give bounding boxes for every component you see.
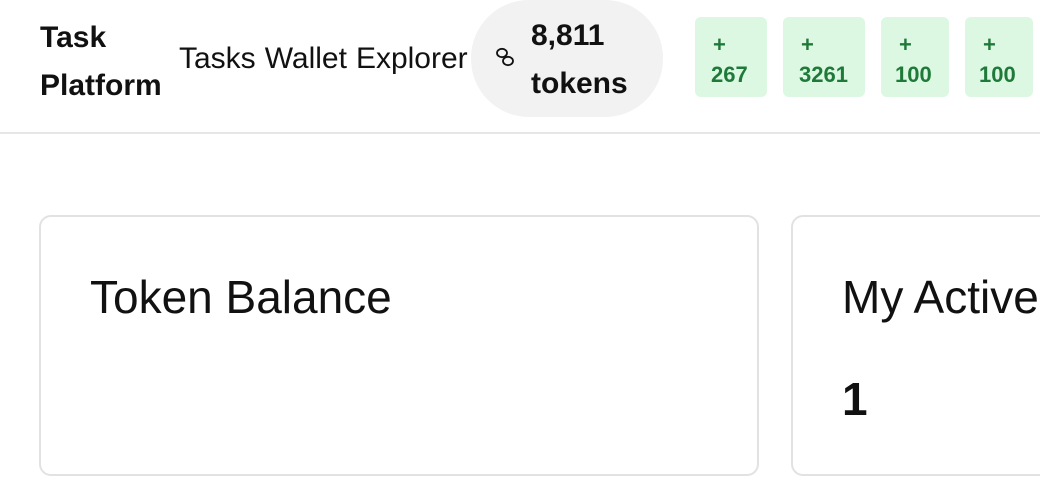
main-nav: Tasks Wallet Explorer bbox=[179, 37, 468, 81]
chip-sign: + bbox=[983, 32, 996, 57]
token-balance-card: Token Balance bbox=[39, 215, 759, 476]
activity-chip: + 3261 bbox=[783, 17, 865, 97]
my-active-card: My Active 1 bbox=[791, 215, 1040, 476]
activity-chip: + 100 bbox=[965, 17, 1033, 97]
chip-value: 267 bbox=[711, 62, 748, 87]
chip-sign: + bbox=[899, 32, 912, 57]
nav-link-wallet[interactable]: Wallet bbox=[265, 37, 347, 81]
token-balance-amount: 8,811 tokens bbox=[531, 19, 628, 100]
card-title: Token Balance bbox=[90, 271, 392, 323]
chip-value: 100 bbox=[895, 62, 932, 87]
activity-chip: + 100 bbox=[881, 17, 949, 97]
chip-sign: + bbox=[801, 32, 814, 57]
chip-sign: + bbox=[713, 32, 726, 57]
coins-icon bbox=[496, 47, 514, 67]
activity-chip: + 267 bbox=[695, 17, 767, 97]
chip-value: 3261 bbox=[799, 62, 848, 87]
chip-value: 100 bbox=[979, 62, 1016, 87]
brand-name[interactable]: Task Platform bbox=[40, 14, 180, 110]
token-balance-pill[interactable]: 8,811 tokens bbox=[471, 0, 663, 117]
card-value: 1 bbox=[842, 373, 868, 425]
top-header: Task Platform Tasks Wallet Explorer 8,81… bbox=[0, 0, 1040, 134]
card-title: My Active bbox=[842, 271, 1039, 323]
nav-link-explorer[interactable]: Explorer bbox=[356, 37, 468, 81]
nav-link-tasks[interactable]: Tasks bbox=[179, 37, 256, 81]
